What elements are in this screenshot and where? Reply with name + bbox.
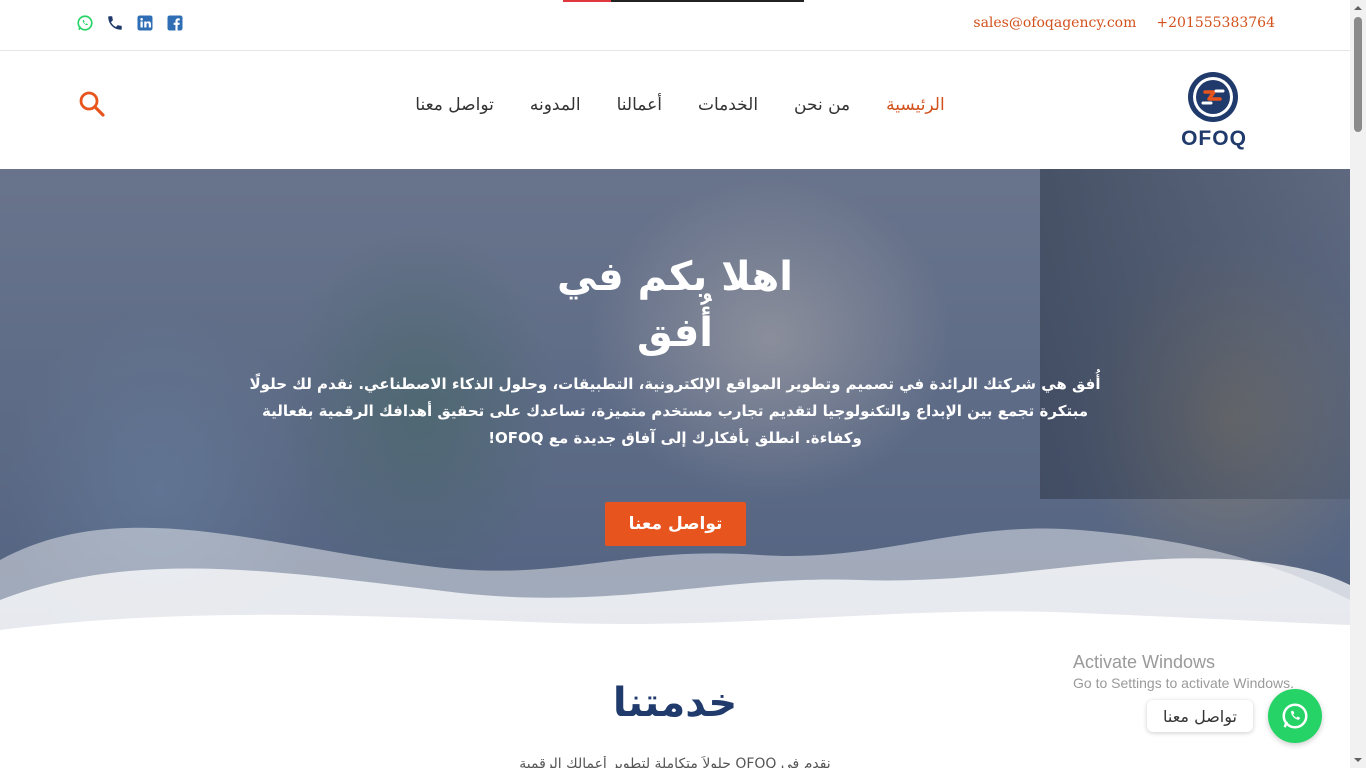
- logo-text: OFOQ: [1181, 127, 1247, 150]
- ofoq-logo[interactable]: OFOQ: [1174, 69, 1254, 153]
- nav-item-portfolio[interactable]: أعمالنا: [617, 95, 662, 115]
- email-link[interactable]: sales@ofoqagency.com: [973, 15, 1136, 31]
- hero-content: اهلا بكم في أُفق أُفق هي شركتك الرائدة ف…: [230, 249, 1120, 452]
- page-scrollbar[interactable]: [1350, 0, 1366, 768]
- hero-section: اهلا بكم في أُفق أُفق هي شركتك الرائدة ف…: [0, 169, 1350, 635]
- hero-contact-button[interactable]: تواصل معنا: [605, 502, 746, 546]
- services-subtitle: نقدم في OFOQ حلولاً متكاملة لتطوير أعمال…: [519, 756, 831, 768]
- watermark-subtitle: Go to Settings to activate Windows.: [1073, 675, 1294, 691]
- whatsapp-icon: [1282, 703, 1308, 729]
- main-nav: الرئيسية من نحن الخدمات أعمالنا المدونه …: [380, 95, 980, 115]
- contact-info: sales@ofoqagency.com +201555383764: [973, 15, 1275, 31]
- social-links: [76, 14, 184, 32]
- site-header: OFOQ الرئيسية من نحن الخدمات أعمالنا الم…: [0, 51, 1350, 169]
- linkedin-icon[interactable]: [136, 14, 154, 32]
- reading-progress-fill: [563, 0, 612, 2]
- whatsapp-icon[interactable]: [76, 14, 94, 32]
- whatsapp-chat-button[interactable]: [1268, 689, 1322, 743]
- search-icon[interactable]: [78, 90, 106, 118]
- phone-icon[interactable]: [106, 14, 124, 32]
- scrollbar-thumb[interactable]: [1354, 17, 1362, 132]
- logo-mark-icon: [1188, 72, 1238, 122]
- top-bar: sales@ofoqagency.com +201555383764: [0, 0, 1350, 51]
- nav-item-contact[interactable]: تواصل معنا: [415, 95, 494, 115]
- watermark-title: Activate Windows: [1073, 652, 1216, 672]
- reading-progress-bar: [563, 0, 804, 2]
- nav-item-services[interactable]: الخدمات: [698, 95, 758, 115]
- phone-link[interactable]: +201555383764: [1156, 15, 1275, 31]
- hero-title: اهلا بكم في أُفق: [557, 254, 793, 356]
- scroll-down-arrow-icon[interactable]: [1350, 752, 1366, 768]
- nav-item-about[interactable]: من نحن: [794, 95, 850, 115]
- scroll-up-arrow-icon[interactable]: [1350, 0, 1366, 16]
- nav-item-home[interactable]: الرئيسية: [886, 95, 945, 115]
- facebook-icon[interactable]: [166, 14, 184, 32]
- windows-activation-watermark: Activate Windows Go to Settings to activ…: [1073, 652, 1294, 691]
- whatsapp-chat-label[interactable]: تواصل معنا: [1147, 700, 1253, 732]
- hero-description: أُفق هي شركتك الرائدة في تصميم وتطوير ال…: [249, 375, 1101, 447]
- nav-item-blog[interactable]: المدونه: [530, 95, 581, 115]
